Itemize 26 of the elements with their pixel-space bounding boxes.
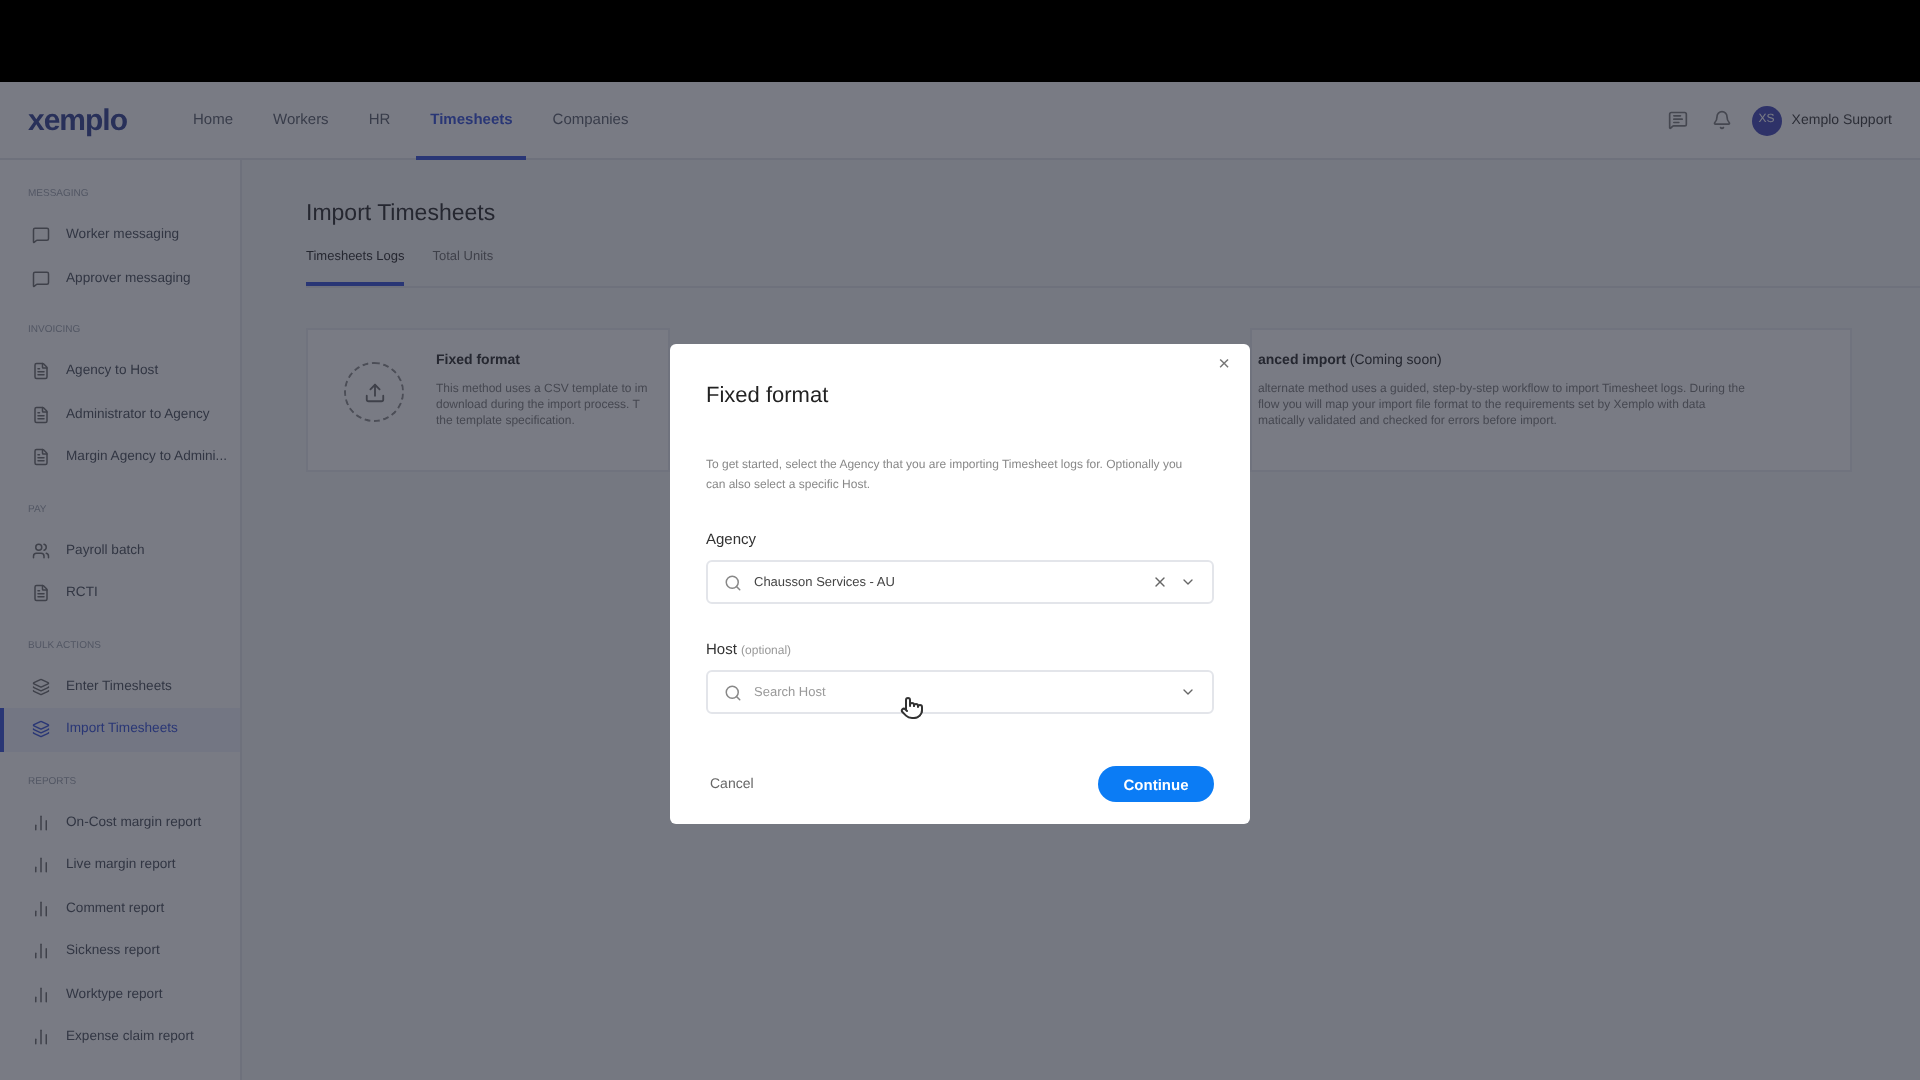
stack-icon — [32, 677, 50, 696]
logo: xemplo — [28, 103, 128, 137]
chevron-down-icon[interactable] — [1180, 684, 1196, 700]
close-button[interactable]: × — [1214, 354, 1234, 376]
search-icon — [724, 683, 742, 701]
chart-icon — [32, 899, 50, 918]
document-icon — [32, 405, 50, 424]
chat-icon — [32, 226, 50, 245]
cursor-icon — [900, 696, 924, 720]
chevron-down-icon[interactable] — [1180, 574, 1196, 590]
chat-icon — [32, 269, 50, 288]
search-icon — [724, 573, 742, 591]
document-icon — [32, 448, 50, 467]
stack-icon — [32, 720, 50, 739]
dialog-title: Fixed format — [706, 384, 831, 408]
chart-icon — [32, 813, 50, 832]
upload-icon — [344, 362, 404, 422]
clear-icon[interactable] — [1152, 574, 1168, 590]
chart-icon — [32, 942, 50, 961]
chart-icon — [32, 1028, 50, 1047]
chart-icon — [32, 856, 50, 875]
document-icon — [32, 362, 50, 381]
document-icon — [32, 584, 50, 603]
chart-icon — [32, 985, 50, 1004]
page-title: Import Timesheets — [306, 202, 498, 226]
people-icon — [32, 541, 50, 560]
